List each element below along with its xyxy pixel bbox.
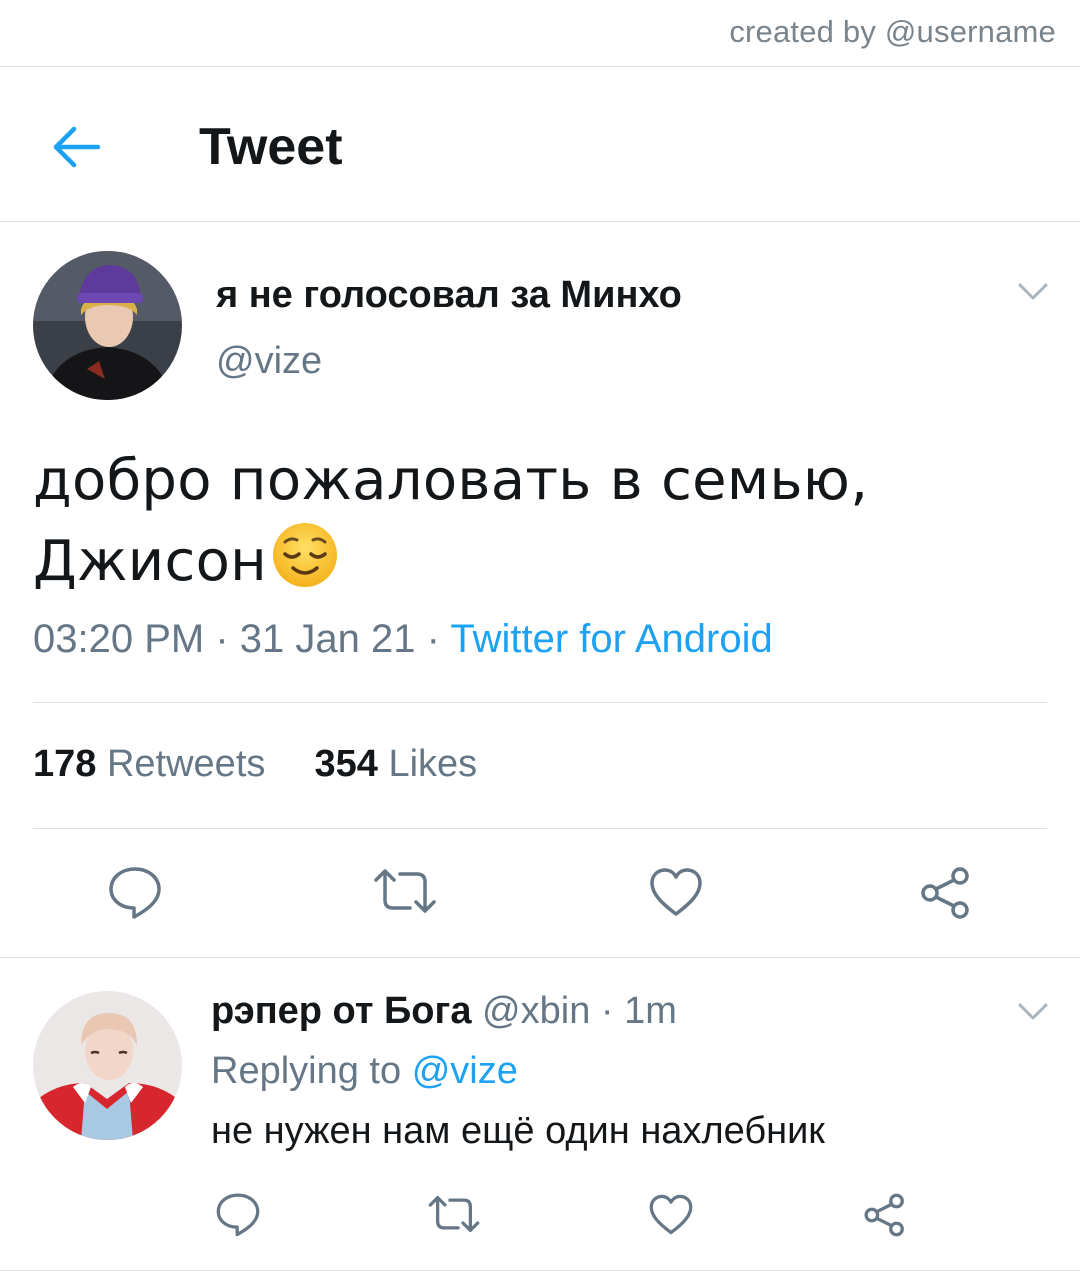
tweet-menu-button[interactable] [1017,281,1049,308]
reply-time: 1m [624,990,677,1032]
chevron-down-icon [1018,283,1048,300]
comment-icon [109,867,161,919]
divider [0,1270,1080,1271]
like-button[interactable] [648,866,704,923]
reply-author-name[interactable]: рэпер от Бога [211,990,471,1032]
author-handle[interactable]: @vize [216,340,322,383]
divider [33,702,1047,703]
retweet-count: 178 [33,743,97,785]
reply-avatar[interactable] [33,991,182,1140]
meta-separator: · [426,617,440,661]
retweet-label: Retweets [106,743,266,785]
like-stat[interactable]: 354 Likes [315,743,478,785]
retweet-button[interactable] [372,866,438,921]
divider [33,828,1047,829]
share-icon [864,1193,904,1237]
divider [0,221,1080,222]
tweet-date: 31 Jan 21 [239,617,416,661]
heart-icon [650,868,702,916]
reply-text: не нужен нам ещё один нахлебник [211,1110,825,1152]
replying-to-label: Replying to [211,1050,402,1092]
reply-retweet-button[interactable] [427,1193,481,1240]
like-count: 354 [314,743,378,785]
tweet-source-link[interactable]: Twitter for Android [450,617,772,661]
reply-button[interactable] [107,864,163,925]
replying-to-handle[interactable]: @vize [412,1050,518,1092]
tweet-stats: 178 Retweets 354 Likes [33,743,477,786]
reply-header: рэпер от Бога @xbin · 1m [211,990,677,1033]
reply-author-handle[interactable]: @xbin [482,990,590,1032]
author-name[interactable]: я не голосовал за Минхо [216,274,682,317]
share-icon [921,867,969,919]
creator-credit: created by @username [729,14,1056,49]
meta-separator: · [600,990,614,1032]
reply-share-button[interactable] [862,1192,908,1243]
comment-icon [216,1193,260,1237]
heart-icon [649,1194,693,1235]
retweet-icon [428,1195,480,1232]
like-label: Likes [388,743,478,785]
tweet-time: 03:20 PM [33,617,205,661]
retweet-icon [374,869,436,913]
reply-like-button[interactable] [648,1193,694,1241]
tweet-text-line: добро пожаловать в семью, [33,448,869,513]
relieved-face-emoji [269,518,341,590]
meta-separator: · [215,617,229,661]
share-button[interactable] [918,865,974,926]
back-button[interactable] [50,122,106,172]
replying-to: Replying to @vize [211,1050,518,1093]
page-title: Tweet [199,118,343,176]
divider [0,66,1080,67]
tweet-text: добро пожаловать в семью, Джисон [33,444,868,599]
avatar[interactable] [33,251,182,400]
tweet-meta: 03:20 PM · 31 Jan 21 · Twitter for Andro… [33,617,773,662]
reply-menu-button[interactable] [1017,1001,1049,1028]
reply-reply-button[interactable] [215,1191,261,1242]
tweet-text-line: Джисон [33,529,268,594]
retweet-stat[interactable]: 178 Retweets [33,743,265,785]
divider [0,957,1080,958]
arrow-left-icon [53,126,101,168]
chevron-down-icon [1018,1003,1048,1020]
